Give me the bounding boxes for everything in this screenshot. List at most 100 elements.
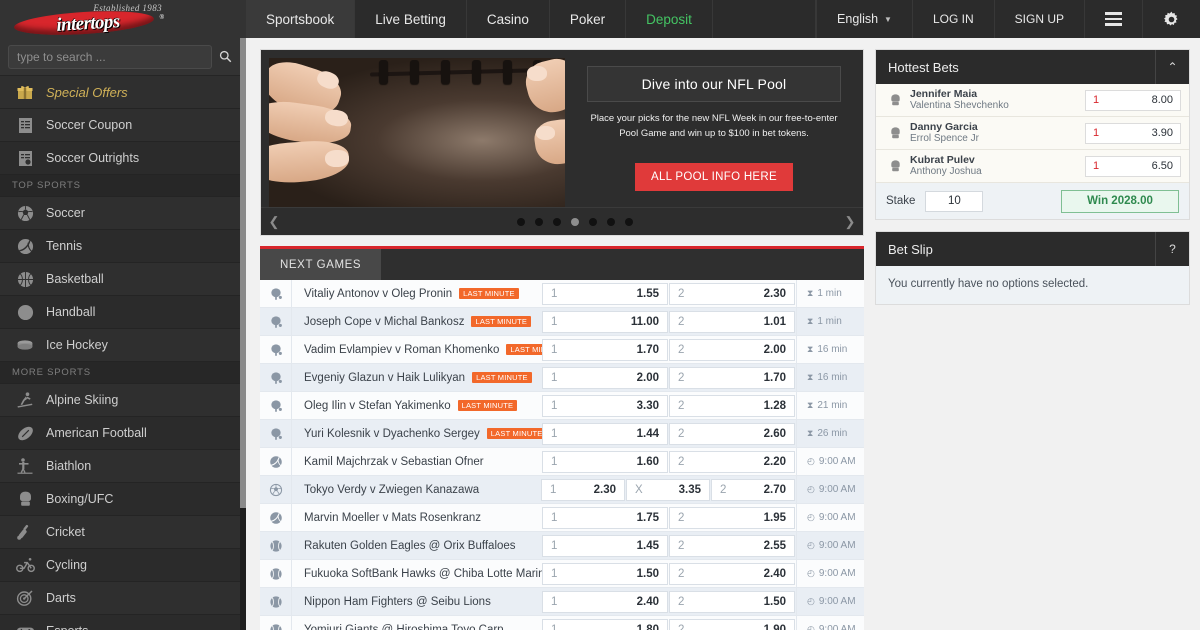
- odds-button[interactable]: 2 2.30: [669, 282, 795, 305]
- game-row[interactable]: Nippon Ham Fighters @ Seibu Lions 1 2.40…: [260, 588, 864, 616]
- odds-button[interactable]: 2 1.70: [669, 366, 795, 389]
- nav-tab-deposit[interactable]: Deposit: [626, 0, 713, 38]
- odds-button[interactable]: 2 2.40: [669, 562, 795, 585]
- tab-next-games[interactable]: NEXT GAMES: [260, 249, 382, 280]
- sidebar-item-soccer-outrights[interactable]: Soccer Outrights: [0, 142, 246, 175]
- odds-button[interactable]: 1 1.75: [542, 506, 668, 529]
- odds-button[interactable]: 1 1.70: [542, 338, 668, 361]
- hottest-bet-row[interactable]: Kubrat Pulev Anthony Joshua 1 6.50: [876, 150, 1189, 183]
- sidebar-scrollbar-thumb[interactable]: [240, 38, 246, 508]
- carousel-dot-active[interactable]: [571, 217, 579, 226]
- nav-tab-casino[interactable]: Casino: [467, 0, 550, 38]
- sidebar-item-esports[interactable]: Esports: [0, 615, 246, 630]
- nav-tab-poker[interactable]: Poker: [550, 0, 627, 38]
- sidebar-item-basketball[interactable]: Basketball: [0, 263, 246, 296]
- odds-key: 2: [678, 427, 685, 440]
- login-button[interactable]: LOG IN: [911, 0, 994, 38]
- odds-button[interactable]: 1 3.30: [542, 394, 668, 417]
- odds-button[interactable]: 2 2.60: [669, 422, 795, 445]
- carousel-dot[interactable]: [625, 217, 633, 226]
- win-button[interactable]: Win 2028.00: [1061, 189, 1179, 213]
- sidebar-item-cycling[interactable]: Cycling: [0, 549, 246, 582]
- game-row[interactable]: Vitaliy Antonov v Oleg Pronin LAST MINUT…: [260, 280, 864, 308]
- game-row[interactable]: Fukuoka SoftBank Hawks @ Chiba Lotte Mar…: [260, 560, 864, 588]
- odds-key: 1: [551, 623, 558, 630]
- chevron-up-icon[interactable]: ⌃: [1155, 50, 1189, 84]
- sidebar-item-american-football[interactable]: American Football: [0, 417, 246, 450]
- settings-button[interactable]: [1142, 0, 1200, 38]
- sidebar-item-tennis[interactable]: Tennis: [0, 230, 246, 263]
- hottest-bet-odds-button[interactable]: 1 3.90: [1085, 122, 1181, 144]
- odds-button[interactable]: 1 1.44: [542, 422, 668, 445]
- carousel-dot[interactable]: [589, 217, 597, 226]
- sidebar-item-soccer[interactable]: Soccer: [0, 197, 246, 230]
- sidebar-item-handball[interactable]: Handball: [0, 296, 246, 329]
- game-row[interactable]: Rakuten Golden Eagles @ Orix Buffaloes 1…: [260, 532, 864, 560]
- odds-button[interactable]: 1 11.00: [542, 310, 668, 333]
- carousel-dot[interactable]: [607, 217, 615, 226]
- sidebar-item-ice-hockey[interactable]: Ice Hockey: [0, 329, 246, 362]
- odds-button[interactable]: 2 2.00: [669, 338, 795, 361]
- odds-value: 1.50: [636, 567, 659, 580]
- odds-button[interactable]: 2 1.95: [669, 506, 795, 529]
- odds-button[interactable]: 2 1.01: [669, 310, 795, 333]
- hottest-bet-row[interactable]: Jennifer Maia Valentina Shevchenko 1 8.0…: [876, 84, 1189, 117]
- game-name: Marvin Moeller v Mats Rosenkranz: [292, 512, 542, 524]
- game-row[interactable]: Tokyo Verdy v Zwiegen Kanazawa 1 2.30 X …: [260, 476, 864, 504]
- sidebar-item-boxing-ufc[interactable]: Boxing/UFC: [0, 483, 246, 516]
- sidebar-item-special-offers[interactable]: Special Offers: [0, 76, 246, 109]
- carousel-dot[interactable]: [553, 217, 561, 226]
- odds-button[interactable]: 2 1.50: [669, 590, 795, 613]
- odds-button[interactable]: 1 1.80: [542, 618, 668, 630]
- sidebar-item-darts[interactable]: Darts: [0, 582, 246, 615]
- carousel-dot[interactable]: [517, 217, 525, 226]
- clock-icon: ◴: [807, 540, 815, 550]
- stake-input[interactable]: [925, 190, 984, 212]
- betting-site-page: Established 1983 intertops ® type to sea…: [0, 0, 1200, 630]
- search-input[interactable]: [8, 44, 212, 69]
- odds-button[interactable]: 2 2.20: [669, 450, 795, 473]
- sidebar-item-cricket[interactable]: Cricket: [0, 516, 246, 549]
- brand-logo[interactable]: Established 1983 intertops ®: [8, 3, 168, 38]
- carousel-dot[interactable]: [535, 217, 543, 226]
- search-button[interactable]: [212, 45, 238, 69]
- game-row[interactable]: Yomiuri Giants @ Hiroshima Toyo Carp 1 1…: [260, 616, 864, 630]
- question-mark-icon[interactable]: ?: [1155, 232, 1189, 266]
- odds-button[interactable]: 1 2.30: [541, 478, 625, 501]
- sidebar-item-soccer-coupon[interactable]: Soccer Coupon: [0, 109, 246, 142]
- game-title: Nippon Ham Fighters @ Seibu Lions: [304, 595, 491, 608]
- sidebar-item-alpine-skiing[interactable]: Alpine Skiing: [0, 384, 246, 417]
- sidebar-item-biathlon[interactable]: Biathlon: [0, 450, 246, 483]
- odds-button[interactable]: 2 2.55: [669, 534, 795, 557]
- hand-nail: [527, 66, 547, 81]
- odds-button[interactable]: 2 2.70: [711, 478, 795, 501]
- game-row[interactable]: Joseph Cope v Michal Bankosz LAST MINUTE…: [260, 308, 864, 336]
- signup-button[interactable]: SIGN UP: [993, 0, 1084, 38]
- odds-button[interactable]: 2 1.28: [669, 394, 795, 417]
- hottest-bet-odds-button[interactable]: 1 8.00: [1085, 89, 1181, 111]
- nav-tab-sportsbook[interactable]: Sportsbook: [246, 0, 356, 38]
- game-row[interactable]: Oleg Ilin v Stefan Yakimenko LAST MINUTE…: [260, 392, 864, 420]
- odds-button[interactable]: 1 1.60: [542, 450, 668, 473]
- game-row[interactable]: Vadim Evlampiev v Roman Khomenko LAST MI…: [260, 336, 864, 364]
- carousel-prev-button[interactable]: ❮: [261, 208, 287, 236]
- odds-button[interactable]: 1 2.00: [542, 366, 668, 389]
- menu-button[interactable]: [1084, 0, 1142, 38]
- hourglass-icon: ⧗: [807, 316, 814, 326]
- odds-button[interactable]: 1 1.50: [542, 562, 668, 585]
- hottest-bet-odds-button[interactable]: 1 6.50: [1085, 155, 1181, 177]
- game-row[interactable]: Kamil Majchrzak v Sebastian Ofner 1 1.60…: [260, 448, 864, 476]
- carousel-next-button[interactable]: ❯: [837, 208, 863, 236]
- odds-button[interactable]: X 3.35: [626, 478, 710, 501]
- language-selector[interactable]: English ▼: [816, 0, 912, 38]
- pool-info-button[interactable]: ALL POOL INFO HERE: [635, 163, 793, 192]
- game-row[interactable]: Marvin Moeller v Mats Rosenkranz 1 1.75 …: [260, 504, 864, 532]
- game-row[interactable]: Yuri Kolesnik v Dyachenko Sergey LAST MI…: [260, 420, 864, 448]
- game-row[interactable]: Evgeniy Glazun v Haik Lulikyan LAST MINU…: [260, 364, 864, 392]
- hottest-bet-row[interactable]: Danny Garcia Errol Spence Jr 1 3.90: [876, 117, 1189, 150]
- odds-button[interactable]: 1 2.40: [542, 590, 668, 613]
- nav-tab-live-betting[interactable]: Live Betting: [355, 0, 467, 38]
- odds-button[interactable]: 1 1.55: [542, 282, 668, 305]
- odds-button[interactable]: 1 1.45: [542, 534, 668, 557]
- odds-button[interactable]: 2 1.90: [669, 618, 795, 630]
